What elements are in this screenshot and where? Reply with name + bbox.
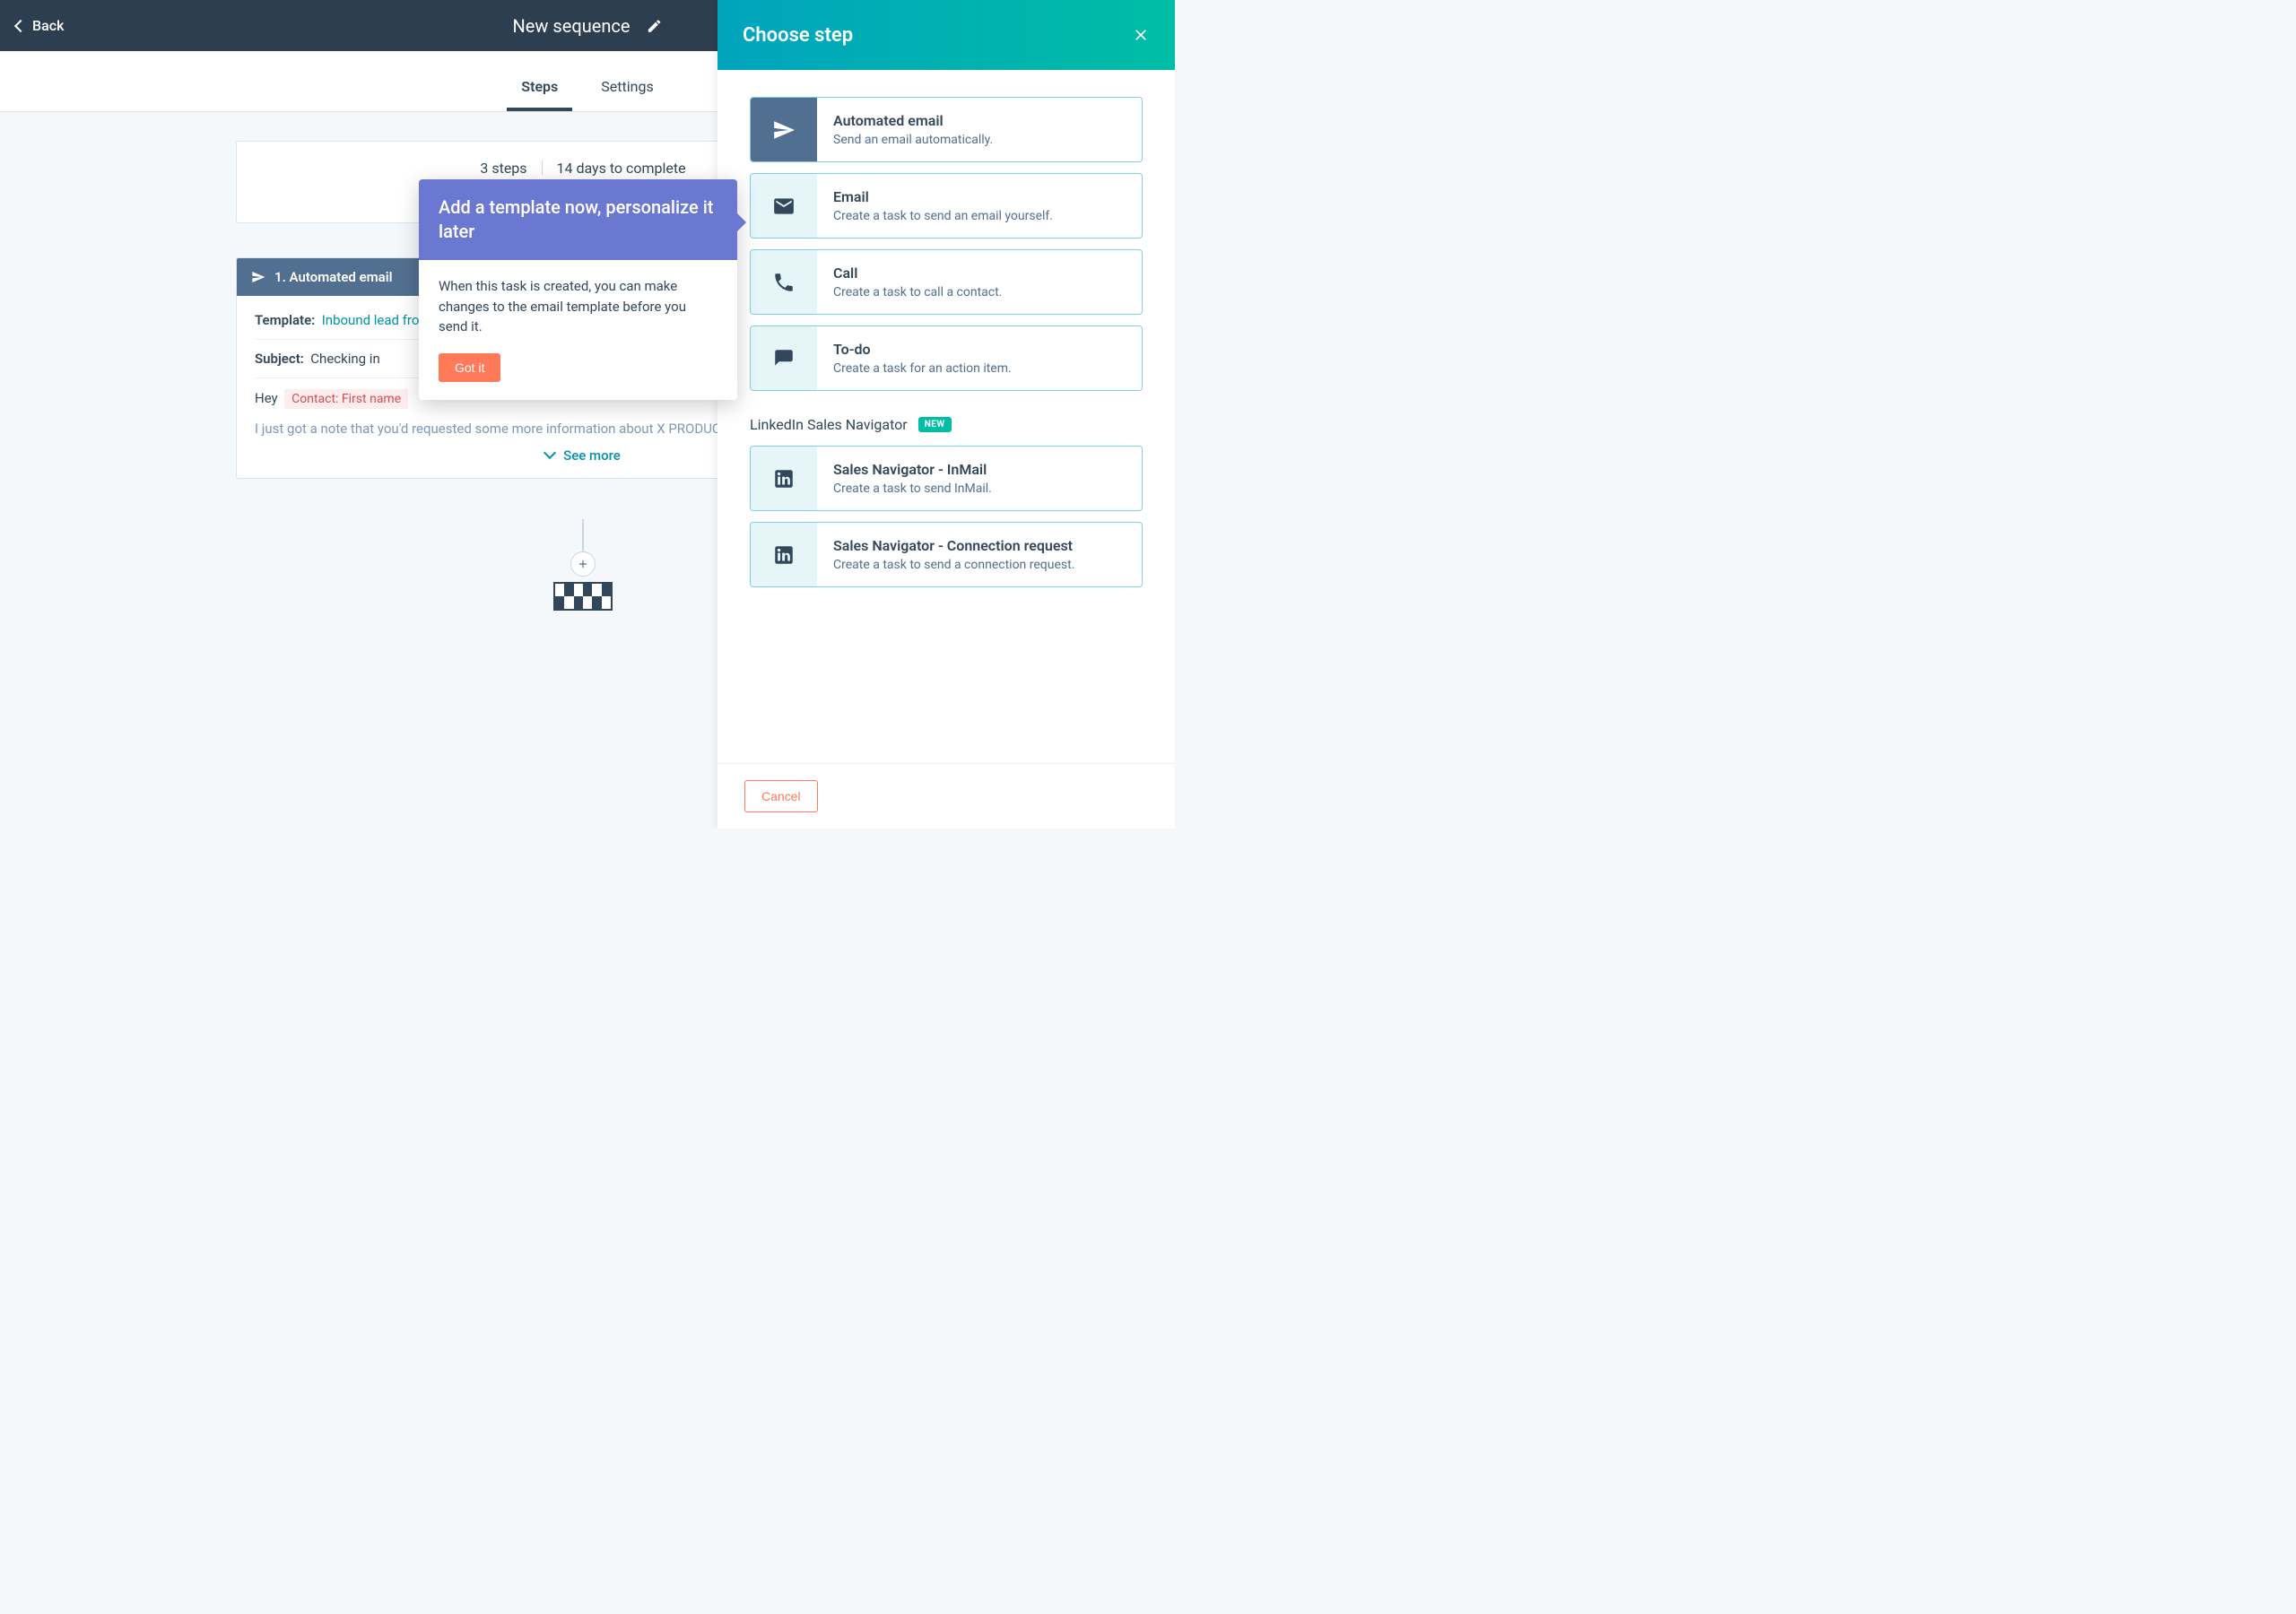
connector-line [582, 519, 584, 551]
todo-icon [751, 326, 817, 390]
option-title: Email [833, 188, 1053, 205]
divider-icon [542, 161, 543, 175]
linkedin-option-list: Sales Navigator - InMail Create a task to… [750, 446, 1143, 587]
step-option[interactable]: Call Create a task to call a contact. [750, 249, 1143, 315]
step-header-label: 1. Automated email [274, 269, 393, 285]
option-title: To-do [833, 341, 1012, 358]
phone-icon [751, 250, 817, 314]
drawer-header: Choose step [718, 0, 1175, 70]
option-desc: Create a task to call a contact. [833, 285, 1002, 299]
summary-duration: 14 days to complete [556, 160, 685, 177]
step-option[interactable]: Email Create a task to send an email your… [750, 173, 1143, 239]
step-option[interactable]: Sales Navigator - Connection request Crea… [750, 522, 1143, 587]
option-desc: Create a task for an action item. [833, 361, 1012, 376]
body-greeting: Hey [255, 390, 278, 406]
see-more-button[interactable]: See more [545, 447, 621, 464]
got-it-button[interactable]: Got it [439, 353, 500, 382]
drawer-title: Choose step [743, 24, 853, 47]
summary-step-count: 3 steps [480, 160, 526, 177]
popover-body: When this task is created, you can make … [419, 260, 737, 353]
option-title: Sales Navigator - InMail [833, 461, 992, 478]
plus-icon [577, 558, 589, 570]
tab-settings[interactable]: Settings [579, 62, 674, 111]
tab-steps[interactable]: Steps [500, 62, 579, 111]
tooltip-popover: Add a template now, personalize it later… [419, 179, 737, 400]
popover-title: Add a template now, personalize it later [419, 179, 737, 260]
template-link[interactable]: Inbound lead fro [318, 312, 419, 328]
personalization-token: Contact: First name [284, 389, 408, 409]
step-option[interactable]: To-do Create a task for an action item. [750, 325, 1143, 391]
back-label: Back [32, 17, 64, 34]
option-title: Automated email [833, 112, 993, 129]
step-option[interactable]: Sales Navigator - InMail Create a task to… [750, 446, 1143, 511]
template-label: Template: [255, 312, 315, 328]
option-title: Sales Navigator - Connection request [833, 537, 1074, 554]
back-button[interactable]: Back [0, 17, 80, 34]
plane-icon [751, 98, 817, 161]
option-desc: Create a task to send an email yourself. [833, 209, 1053, 223]
option-desc: Create a task to send a connection reque… [833, 558, 1074, 572]
new-badge: NEW [918, 417, 952, 432]
linkedin-section-label: LinkedIn Sales Navigator [750, 416, 908, 433]
add-step-button[interactable] [570, 551, 596, 577]
subject-value: Checking in [308, 351, 380, 367]
choose-step-drawer: Choose step Automated email Send an email… [718, 0, 1175, 829]
envelope-icon [751, 174, 817, 238]
step-option-list: Automated email Send an email automatical… [750, 97, 1143, 391]
step-option[interactable]: Automated email Send an email automatical… [750, 97, 1143, 162]
chevron-left-icon [14, 19, 27, 31]
finish-flag-icon [553, 582, 613, 611]
edit-title-icon[interactable] [646, 18, 662, 34]
page-title: New sequence [513, 15, 631, 37]
option-desc: Send an email automatically. [833, 133, 993, 147]
subject-label: Subject: [255, 351, 304, 367]
option-desc: Create a task to send InMail. [833, 482, 992, 496]
paper-plane-icon [251, 270, 265, 284]
cancel-button[interactable]: Cancel [744, 780, 818, 812]
option-title: Call [833, 265, 1002, 282]
linkedin-icon [751, 447, 817, 510]
close-icon[interactable] [1132, 26, 1150, 44]
linkedin-icon [751, 523, 817, 586]
